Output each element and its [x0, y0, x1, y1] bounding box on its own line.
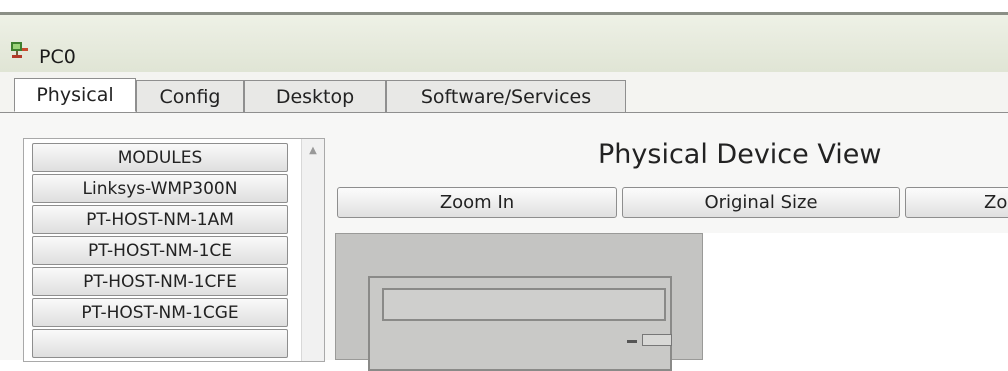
tab-physical[interactable]: Physical — [14, 78, 136, 112]
module-item-partial[interactable] — [32, 329, 288, 358]
top-strip — [0, 0, 1008, 12]
pc-chassis-image — [335, 233, 703, 371]
module-item[interactable]: PT-HOST-NM-1AM — [32, 205, 288, 234]
tab-desktop[interactable]: Desktop — [244, 80, 386, 112]
zoom-out-label: Zoom Out — [984, 192, 1008, 213]
physical-device-view-title: Physical Device View — [598, 139, 882, 170]
tab-bar: Physical Config Desktop Software/Service… — [0, 72, 1008, 113]
drive-bay — [368, 276, 672, 371]
modules-list: MODULES Linksys-WMP300N PT-HOST-NM-1AM P… — [23, 138, 325, 362]
optical-drive-slot — [382, 288, 666, 321]
module-item[interactable]: Linksys-WMP300N — [32, 174, 288, 203]
module-item[interactable]: PT-HOST-NM-1CGE — [32, 298, 288, 327]
modules-scrollbar[interactable]: ▲ — [301, 139, 324, 361]
scroll-up-arrow-icon[interactable]: ▲ — [304, 144, 322, 158]
tab-software-services[interactable]: Software/Services — [386, 80, 626, 112]
pc-device-icon — [8, 37, 36, 69]
modules-header-button[interactable]: MODULES — [32, 143, 288, 172]
tab-config[interactable]: Config — [136, 80, 244, 112]
zoom-in-button[interactable]: Zoom In — [337, 187, 617, 218]
module-item[interactable]: PT-HOST-NM-1CFE — [32, 267, 288, 296]
device-image-area — [335, 233, 1008, 371]
zoom-out-button[interactable]: Zoom Out — [905, 187, 1008, 218]
module-item[interactable]: PT-HOST-NM-1CE — [32, 236, 288, 265]
window-title-bar: PC0 — [0, 12, 1008, 75]
drive-led-icon — [627, 340, 637, 343]
eject-button — [642, 334, 672, 346]
physical-tab-content: MODULES Linksys-WMP300N PT-HOST-NM-1AM P… — [0, 113, 1008, 371]
window-title: PC0 — [39, 46, 76, 68]
original-size-button[interactable]: Original Size — [622, 187, 900, 218]
